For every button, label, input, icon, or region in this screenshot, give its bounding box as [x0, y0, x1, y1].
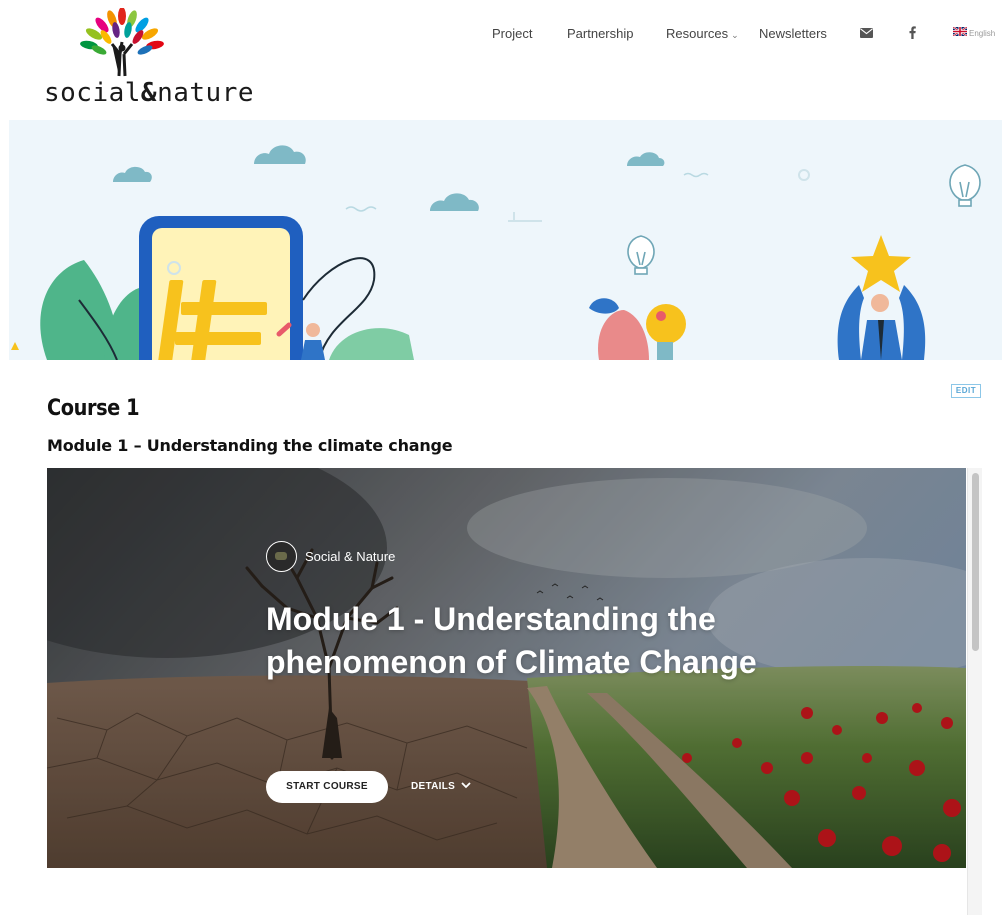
site-logo[interactable]: social&nature — [44, 8, 254, 108]
hero-banner — [9, 120, 1002, 360]
embed-scrollbar[interactable] — [967, 468, 982, 915]
nav-item-partnership[interactable]: Partnership — [567, 26, 633, 41]
language-label[interactable]: English — [969, 29, 995, 38]
tree-logo-icon — [80, 8, 164, 77]
start-course-button[interactable]: START COURSE — [266, 771, 388, 803]
lightbulb-icon — [627, 235, 655, 275]
nav-item-project[interactable]: Project — [492, 26, 532, 41]
details-button[interactable]: DETAILS — [411, 781, 471, 792]
cloud-icon — [113, 145, 665, 211]
module-subtitle: Module 1 – Understanding the climate cha… — [47, 436, 453, 455]
nav-item-resources-label: Resources — [666, 26, 729, 41]
page-title: Course 1 — [47, 396, 140, 421]
author-name: Social & Nature — [305, 549, 396, 564]
scrollbar-thumb[interactable] — [972, 473, 979, 651]
card-heading: Module 1 - Understanding the phenomenon … — [266, 601, 757, 680]
details-label: DETAILS — [411, 781, 456, 792]
nav-item-newsletters[interactable]: Newsletters — [759, 26, 827, 41]
logo-wordmark: social&nature — [44, 78, 254, 108]
mail-icon[interactable] — [860, 28, 873, 38]
star-icon — [851, 235, 911, 292]
nav-item-resources[interactable]: Resources ⌄ — [666, 26, 739, 41]
uk-flag-icon[interactable] — [953, 27, 967, 36]
facebook-icon[interactable] — [909, 26, 916, 39]
chevron-down-icon: ⌄ — [731, 30, 739, 40]
edit-button[interactable]: EDIT — [951, 384, 981, 398]
author-avatar — [266, 541, 297, 572]
chevron-down-icon — [461, 782, 471, 789]
banner-illustration — [11, 145, 981, 360]
course-embed: Social & Nature Module 1 - Understanding… — [47, 468, 966, 868]
